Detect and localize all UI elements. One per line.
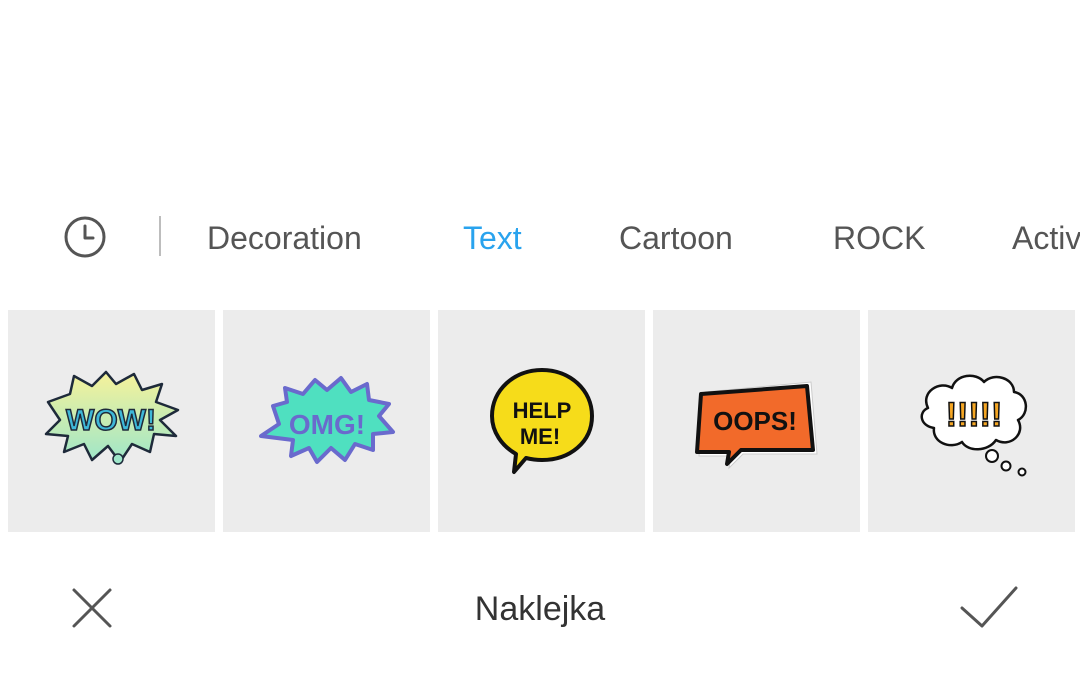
help-me-sticker-image: HELP ME! (490, 368, 594, 474)
sticker-tile-wow[interactable]: WOW! (8, 310, 215, 532)
checkmark-icon (960, 586, 1018, 628)
wow-sticker-text: WOW! (66, 404, 156, 437)
close-button[interactable] (66, 582, 118, 634)
sticker-tile-thought-cloud[interactable]: !!!!! (868, 310, 1075, 532)
page-title: Naklejka (474, 590, 606, 628)
omg-sticker-text: OMG! (289, 409, 365, 440)
oops-sticker-image: OOPS! (695, 381, 818, 470)
thought-cloud-sticker-image: !!!!! (920, 374, 1027, 477)
tab-activity[interactable]: Activ (1012, 218, 1080, 258)
confirm-button[interactable] (954, 580, 1022, 636)
sticker-tile-oops[interactable]: OOPS! (653, 310, 860, 532)
omg-sticker-image: OMG! (259, 376, 395, 464)
tab-cartoon[interactable]: Cartoon (619, 218, 733, 258)
help-me-sticker-text-line2: ME! (520, 424, 560, 449)
sticker-category-tabs: Decoration Text Cartoon ROCK Activ (0, 200, 1080, 276)
sticker-tile-omg[interactable]: OMG! (223, 310, 430, 532)
close-icon (72, 588, 112, 628)
bottom-action-bar: Naklejka (0, 560, 1080, 660)
thought-cloud-sticker-text: !!!!! (946, 396, 1003, 434)
tab-text[interactable]: Text (463, 218, 522, 258)
oops-sticker-text: OOPS! (713, 406, 797, 436)
tab-rock[interactable]: ROCK (833, 218, 925, 258)
clock-icon (64, 216, 106, 258)
wow-sticker-image: WOW! (44, 370, 180, 465)
help-me-sticker-text-line1: HELP (513, 398, 572, 423)
recent-stickers-tab[interactable] (62, 214, 108, 260)
tab-decoration[interactable]: Decoration (207, 218, 362, 258)
sticker-tile-help-me[interactable]: HELP ME! (438, 310, 645, 532)
sticker-grid: WOW! OMG! HELP ME! OOPS! !!!!! (0, 310, 1080, 532)
tab-divider (159, 216, 161, 256)
